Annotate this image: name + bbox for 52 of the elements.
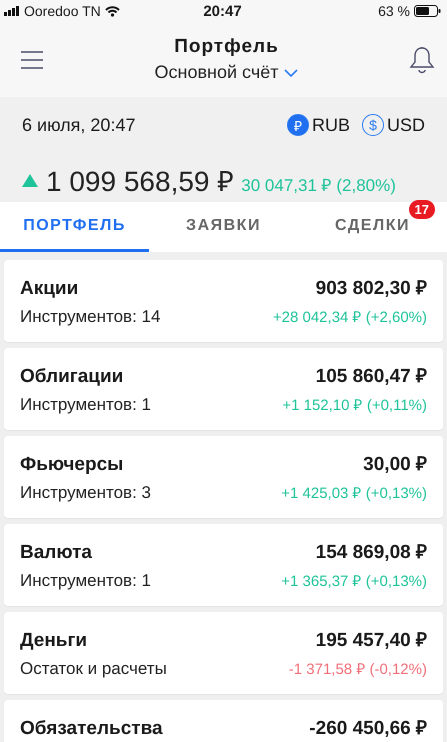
category-card[interactable]: Валюта 154 869,08 ₽ Инструментов: 1 +1 365,37 ₽ (+0,13%) (4, 524, 443, 606)
clock-time: 20:47 (203, 2, 242, 20)
category-card[interactable]: Фьючерсы 30,00 ₽ Инструментов: 3 +1 425,03 ₽ (+0,13%) (4, 436, 443, 518)
category-subtitle: Остаток и расчеты (20, 659, 167, 679)
category-subtitle: Инструментов: 1 (20, 395, 151, 415)
category-change: +1 365,37 ₽ (+0,13%) (281, 572, 427, 590)
category-card[interactable]: Обязательства -260 450,66 ₽ (4, 700, 443, 742)
currency-symbol: $ (362, 114, 384, 136)
category-name: Облигации (20, 366, 124, 388)
category-name: Обязательства (20, 718, 163, 740)
category-name: Фьючерсы (20, 454, 124, 476)
category-change: +1 425,03 ₽ (+0,13%) (281, 484, 427, 502)
bell-icon (409, 46, 435, 74)
category-change: +1 152,10 ₽ (+0,11%) (282, 396, 427, 414)
notifications-button[interactable] (409, 46, 435, 74)
category-subtitle: Инструментов: 1 (20, 571, 151, 591)
date-time: 6 июля, 20:47 (22, 114, 136, 136)
carrier-name: Ooredoo TN (24, 3, 101, 19)
category-name: Деньги (20, 630, 88, 652)
category-card[interactable]: Акции 903 802,30 ₽ Инструментов: 14 +28 042,34 ₽ (+2,60%) (4, 260, 443, 342)
currency-toggle[interactable]: $ USD (362, 114, 425, 136)
category-value: -260 450,66 ₽ (309, 717, 427, 740)
chevron-down-icon (284, 68, 298, 76)
category-card[interactable]: Облигации 105 860,47 ₽ Инструментов: 1 +1 152,10 ₽ (+0,11%) (4, 348, 443, 430)
category-card[interactable]: Деньги 195 457,40 ₽ Остаток и расчеты -1 371,58 ₽ (-0,12%) (4, 612, 443, 694)
category-value: 903 802,30 ₽ (316, 277, 427, 300)
category-value: 195 457,40 ₽ (316, 629, 427, 652)
category-value: 154 869,08 ₽ (316, 541, 427, 564)
currency-symbol: ₽ (286, 114, 309, 136)
battery-percent: 63 % (378, 3, 410, 19)
category-change: -1 371,58 ₽ (-0,12%) (288, 660, 427, 678)
tab[interactable]: ЗАЯВКИ (149, 202, 298, 252)
tab[interactable]: ПОРТФЕЛЬ (0, 202, 149, 252)
screen-title: Портфель (174, 36, 279, 58)
menu-button[interactable] (20, 50, 44, 70)
category-value: 105 860,47 ₽ (316, 365, 427, 388)
portfolio-total: 1 099 568,59 ₽ (46, 165, 234, 199)
category-value: 30,00 ₽ (363, 453, 427, 476)
category-name: Валюта (20, 542, 92, 564)
wifi-icon (104, 6, 120, 16)
category-subtitle: Инструментов: 3 (20, 483, 151, 503)
total-change: 30 047,31 ₽ (2,80%) (241, 175, 396, 196)
menu-icon (20, 50, 44, 70)
tab[interactable]: СДЕЛКИ 17 (298, 202, 447, 252)
currency-toggle[interactable]: ₽ RUB (286, 114, 350, 136)
category-name: Акции (20, 278, 78, 300)
count-badge: 17 (408, 200, 435, 219)
account-selector[interactable]: Основной счёт (154, 62, 298, 83)
signal-icon (4, 6, 20, 16)
category-subtitle: Инструментов: 14 (20, 307, 160, 327)
category-change: +28 042,34 ₽ (+2,60%) (272, 308, 427, 326)
battery-icon (414, 5, 441, 17)
